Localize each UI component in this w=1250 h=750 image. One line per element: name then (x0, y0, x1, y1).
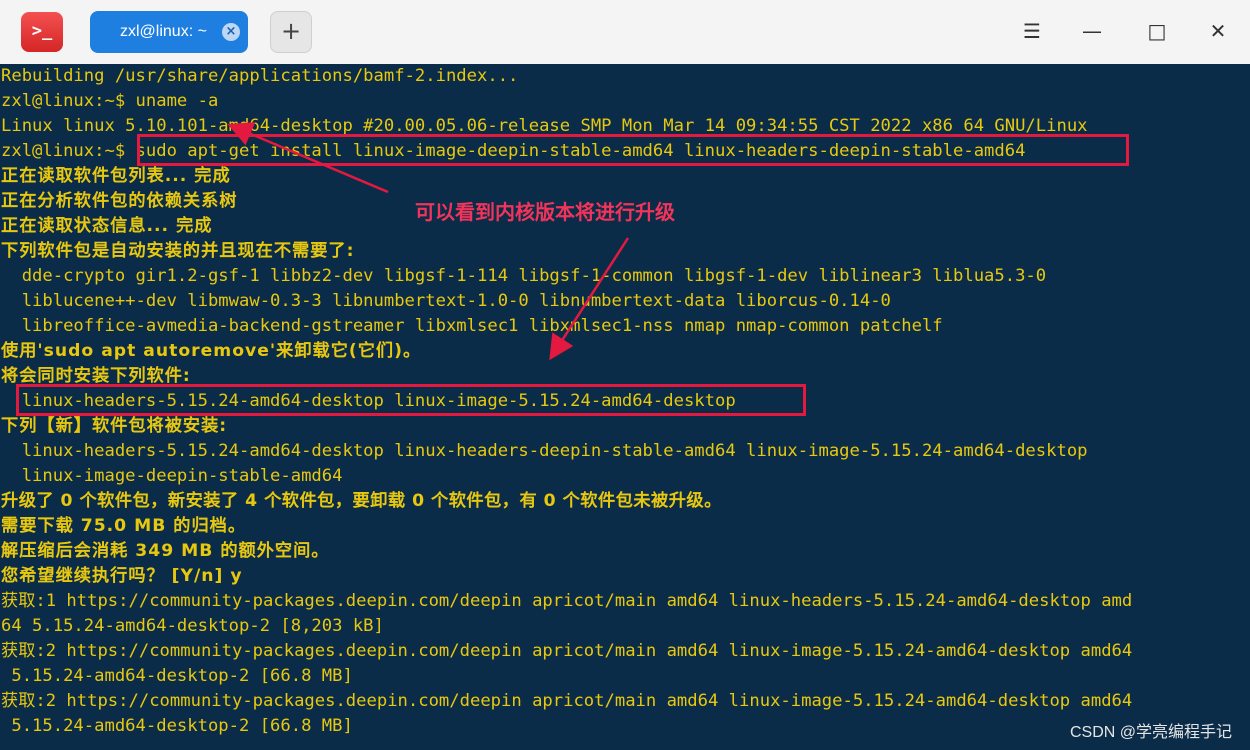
highlight-install-command (137, 134, 1129, 166)
close-window-button[interactable]: ✕ (1203, 16, 1233, 46)
terminal-line: 解压缩后会消耗 349 MB 的额外空间。 (1, 541, 330, 561)
terminal-line: linux-headers-5.15.24-amd64-desktop linu… (1, 441, 1088, 461)
terminal-line: 64 5.15.24-amd64-desktop-2 [8,203 kB] (1, 616, 384, 636)
new-tab-button[interactable]: + (270, 11, 312, 53)
watermark: CSDN @学亮编程手记 (1069, 724, 1232, 741)
minimize-button[interactable]: — (1077, 16, 1107, 46)
terminal-line: libreoffice-avmedia-backend-gstreamer li… (1, 316, 943, 336)
terminal-line: 您希望继续执行吗？ [Y/n] y (1, 566, 243, 586)
terminal-line: 使用'sudo apt autoremove'来卸载它(它们)。 (1, 341, 422, 361)
terminal-line: 需要下载 75.0 MB 的归档。 (1, 516, 247, 536)
terminal-line: 正在读取软件包列表... 完成 (1, 166, 231, 186)
terminal-app-icon[interactable]: >_ (21, 12, 63, 52)
maximize-button[interactable]: □ (1142, 16, 1172, 46)
terminal-line: 获取:1 https://community-packages.deepin.c… (1, 591, 1133, 611)
title-bar: >_ zxl@linux: ~ × + ☰ — □ ✕ (0, 0, 1250, 64)
terminal-line: zxl@linux:~$ uname -a (1, 91, 219, 111)
terminal-line: 获取:2 https://community-packages.deepin.c… (1, 691, 1133, 711)
terminal-line: 升级了 0 个软件包，新安装了 4 个软件包，要卸载 0 个软件包，有 0 个软… (1, 491, 722, 511)
annotation-text: 可以看到内核版本将进行升级 (415, 200, 675, 224)
terminal-line: 正在读取状态信息... 完成 (1, 216, 213, 236)
terminal-line: linux-image-deepin-stable-amd64 (1, 466, 343, 486)
terminal-line: liblucene++-dev libmwaw-0.3-3 libnumbert… (1, 291, 891, 311)
terminal-line: dde-crypto gir1.2-gsf-1 libbz2-dev libgs… (1, 266, 1047, 286)
tab-terminal[interactable]: zxl@linux: ~ × (90, 11, 248, 53)
terminal-line: Rebuilding /usr/share/applications/bamf-… (1, 66, 519, 86)
tab-title: zxl@linux: ~ (120, 23, 207, 40)
terminal-line: 下列【新】软件包将被安装: (1, 416, 228, 436)
menu-icon[interactable]: ☰ (1017, 16, 1047, 46)
terminal-line: 下列软件包是自动安装的并且现在不需要了: (1, 241, 355, 261)
tab-close-icon[interactable]: × (222, 23, 240, 41)
terminal-line: 5.15.24-amd64-desktop-2 [66.8 MB] (1, 666, 353, 686)
terminal-line: 获取:2 https://community-packages.deepin.c… (1, 641, 1133, 661)
terminal-line: 5.15.24-amd64-desktop-2 [66.8 MB] (1, 716, 353, 736)
highlight-new-kernel-packages (16, 384, 806, 416)
terminal-line: 正在分析软件包的依赖关系树 (1, 191, 238, 211)
